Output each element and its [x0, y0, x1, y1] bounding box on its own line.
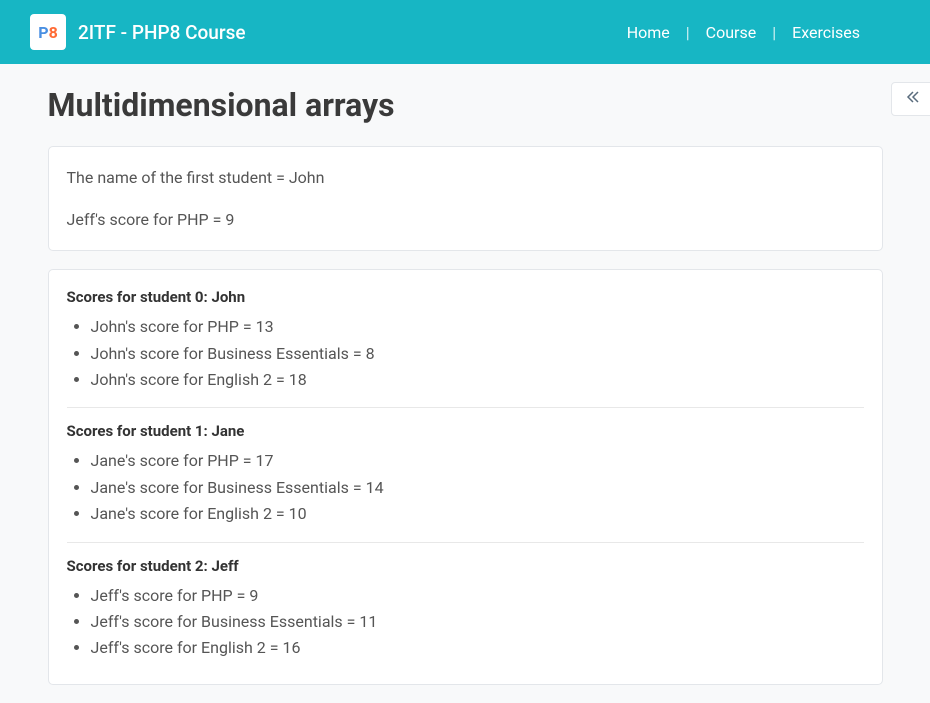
student-block: Scores for student 2: Jeff Jeff's score f…	[67, 557, 864, 676]
chevron-left-double-icon	[905, 89, 921, 109]
main-container: Multidimensional arrays The name of the …	[48, 64, 883, 685]
scores-card: Scores for student 0: John John's score f…	[48, 269, 883, 685]
logo-letter-8: 8	[49, 23, 58, 42]
score-item: John's score for Business Essentials = 8	[91, 341, 864, 367]
site-logo[interactable]: P8	[30, 14, 66, 50]
nav-exercises[interactable]: Exercises	[792, 23, 860, 42]
student-block: Scores for student 0: John John's score f…	[67, 288, 864, 408]
header-bar: P8 2ITF - PHP8 Course Home | Course | Ex…	[0, 0, 930, 64]
site-title: 2ITF - PHP8 Course	[78, 21, 246, 44]
score-list: Jeff's score for PHP = 9Jeff's score for…	[67, 583, 864, 662]
student-heading: Scores for student 2: Jeff	[67, 557, 864, 575]
sidebar-toggle-button[interactable]	[891, 82, 930, 116]
header-left: P8 2ITF - PHP8 Course	[30, 14, 246, 50]
score-item: John's score for PHP = 13	[91, 314, 864, 340]
nav-course[interactable]: Course	[706, 23, 757, 42]
score-item: John's score for English 2 = 18	[91, 367, 864, 393]
intro-card: The name of the first student = John Jef…	[48, 146, 883, 251]
score-list: Jane's score for PHP = 17Jane's score fo…	[67, 448, 864, 527]
score-list: John's score for PHP = 13John's score fo…	[67, 314, 864, 393]
score-item: Jeff's score for English 2 = 16	[91, 635, 864, 661]
score-item: Jane's score for Business Essentials = 1…	[91, 475, 864, 501]
nav-separator: |	[686, 23, 690, 42]
score-item: Jane's score for English 2 = 10	[91, 501, 864, 527]
student-block: Scores for student 1: Jane Jane's score f…	[67, 422, 864, 542]
main-nav: Home | Course | Exercises	[627, 23, 900, 42]
nav-home[interactable]: Home	[627, 23, 670, 42]
intro-line-2: Jeff's score for PHP = 9	[67, 207, 864, 233]
score-item: Jeff's score for Business Essentials = 1…	[91, 609, 864, 635]
student-heading: Scores for student 0: John	[67, 288, 864, 306]
page-title: Multidimensional arrays	[48, 86, 883, 124]
student-heading: Scores for student 1: Jane	[67, 422, 864, 440]
logo-letter-p: P	[38, 23, 48, 42]
score-item: Jeff's score for PHP = 9	[91, 583, 864, 609]
nav-separator: |	[772, 23, 776, 42]
score-item: Jane's score for PHP = 17	[91, 448, 864, 474]
intro-line-1: The name of the first student = John	[67, 165, 864, 191]
